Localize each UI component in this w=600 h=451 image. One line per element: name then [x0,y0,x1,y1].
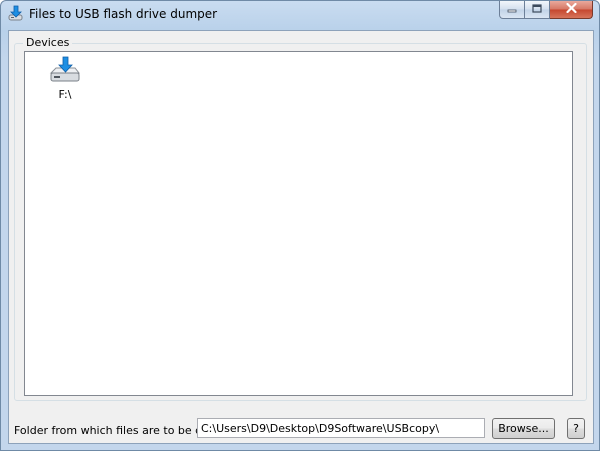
title-bar[interactable]: Files to USB flash drive dumper [1,1,599,29]
window-title: Files to USB flash drive dumper [29,7,218,21]
device-item[interactable]: F:\ [43,56,87,101]
close-icon [565,2,577,16]
folder-path-input[interactable] [197,418,485,438]
browse-button[interactable]: Browse... [492,418,555,439]
maximize-button[interactable] [525,1,550,19]
devices-list[interactable]: F:\ [24,51,573,396]
client-area: Devices F:\ Folder from which files are … [8,30,594,444]
usb-download-icon [7,5,25,23]
app-window: Files to USB flash drive dumper Devices [0,0,600,451]
drive-download-icon [48,56,82,86]
maximize-icon [532,3,542,16]
devices-group-label: Devices [23,36,73,49]
device-label: F:\ [58,88,72,101]
help-button[interactable]: ? [567,418,585,439]
minimize-icon [507,3,517,16]
minimize-button[interactable] [499,1,525,19]
close-button[interactable] [550,1,593,19]
caption-buttons [499,1,593,20]
